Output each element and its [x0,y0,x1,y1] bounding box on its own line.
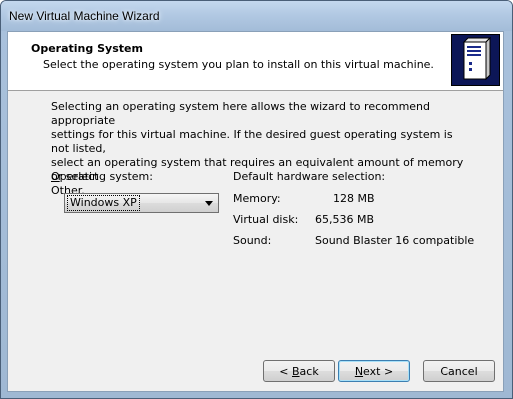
intro-line: settings for this virtual machine. If th… [51,128,453,155]
title-bar[interactable]: New Virtual Machine Wizard [1,1,512,31]
wizard-window: New Virtual Machine Wizard Operating Sys… [0,0,513,399]
intro-text: Selecting an operating system here allow… [51,100,471,198]
wizard-header: Operating System Select the operating sy… [8,32,503,91]
memory-value: 128 MB [333,192,375,205]
next-button[interactable]: Next > [338,360,410,382]
back-button-mnemonic: B [292,364,300,378]
os-label-text: perating system: [59,170,153,183]
next-button-label: ext > [363,364,394,378]
back-button[interactable]: < Back [263,360,335,382]
server-tower-icon [451,34,500,86]
hardware-title: Default hardware selection: [233,170,386,183]
os-label: Operating system: [51,170,153,183]
os-dropdown[interactable]: Windows XP [64,193,219,213]
disk-value: 65,536 MB [315,213,375,226]
wizard-client-area: Operating System Select the operating sy… [7,31,504,392]
disk-label: Virtual disk: [233,213,299,226]
page-subtitle: Select the operating system you plan to … [43,58,434,71]
intro-line: Selecting an operating system here allow… [51,100,431,127]
cancel-button[interactable]: Cancel [423,360,495,382]
back-button-prefix: < [279,364,292,378]
os-dropdown-value: Windows XP [67,195,140,211]
cancel-button-label: Cancel [440,364,478,378]
next-button-mnemonic: N [354,364,364,378]
window-title: New Virtual Machine Wizard [9,9,160,23]
memory-label: Memory: [233,192,281,205]
back-button-label: ack [299,364,319,378]
os-label-mnemonic: O [51,170,60,183]
sound-label: Sound: [233,234,272,247]
chevron-down-icon [205,201,213,206]
page-title: Operating System [31,42,143,55]
sound-value: Sound Blaster 16 compatible [315,234,475,247]
